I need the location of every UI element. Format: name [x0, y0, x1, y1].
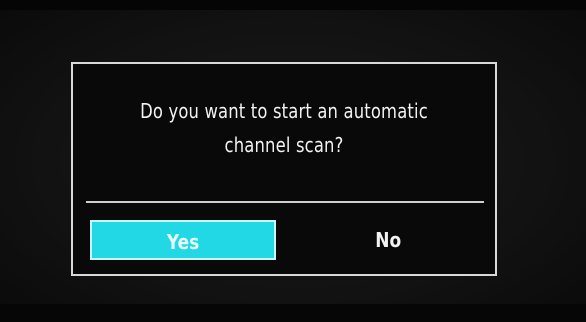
yes-button-label: Yes	[166, 230, 200, 254]
yes-button[interactable]: Yes	[90, 220, 276, 260]
screen-bezel-bottom	[0, 304, 586, 322]
screen-bezel-top	[0, 0, 586, 10]
dialog-divider	[86, 201, 484, 203]
channel-scan-dialog: Do you want to start an automatic channe…	[71, 62, 497, 276]
dialog-message: Do you want to start an automatic channe…	[111, 94, 457, 162]
no-button[interactable]: No	[295, 220, 481, 260]
dialog-message-line-2: channel scan?	[224, 133, 344, 157]
dialog-message-line-1: Do you want to start an automatic	[140, 99, 428, 123]
tv-screen: Do you want to start an automatic channe…	[0, 0, 586, 322]
no-button-label: No	[375, 228, 401, 252]
